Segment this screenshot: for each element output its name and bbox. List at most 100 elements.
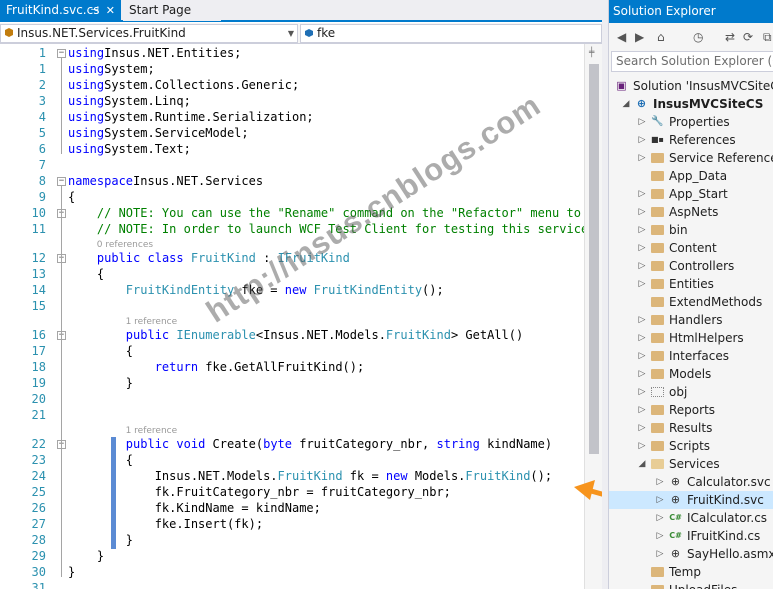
- expand-arrow-icon[interactable]: ▷: [637, 257, 647, 275]
- tree-item[interactable]: ▷ Reports: [609, 401, 773, 419]
- line-number: 16: [31, 328, 46, 342]
- tree-item[interactable]: ▷ Content: [609, 239, 773, 257]
- code-line[interactable]: return fke.GetAllFruitKind();: [68, 360, 365, 374]
- tree-item[interactable]: ◢ ⊕ InsusMVCSiteCS: [609, 95, 773, 113]
- code-line[interactable]: fk.KindName = kindName;: [68, 501, 321, 515]
- codelens-references[interactable]: 0 references: [97, 240, 153, 250]
- code-line[interactable]: usingSystem;: [68, 62, 155, 76]
- tree-item[interactable]: ▷ C# IFruitKind.cs: [609, 527, 773, 545]
- expand-arrow-icon[interactable]: ▷: [655, 491, 665, 509]
- back-icon[interactable]: ◀: [617, 29, 626, 46]
- tree-item[interactable]: ▷ Service References: [609, 149, 773, 167]
- tree-item[interactable]: ◢ Services: [609, 455, 773, 473]
- code-line[interactable]: usingSystem.Collections.Generic;: [68, 78, 299, 92]
- code-line[interactable]: usingSystem.Text;: [68, 142, 191, 156]
- tab-start-page[interactable]: Start Page: [123, 0, 221, 21]
- code-line[interactable]: }: [68, 549, 104, 563]
- tree-item[interactable]: ▷ Controllers: [609, 257, 773, 275]
- code-line[interactable]: }: [68, 533, 133, 547]
- collapse-arrow-icon[interactable]: ◢: [621, 95, 631, 113]
- tree-item[interactable]: ▷ ⊕ Calculator.svc: [609, 473, 773, 491]
- tree-item[interactable]: ▷ C# ICalculator.cs: [609, 509, 773, 527]
- outline-collapse-toggle[interactable]: −: [57, 177, 66, 186]
- tree-item[interactable]: ▷ Results: [609, 419, 773, 437]
- code-line[interactable]: {: [68, 267, 104, 281]
- code-line[interactable]: usingInsus.NET.Entities;: [68, 46, 241, 60]
- expand-arrow-icon[interactable]: ▷: [637, 419, 647, 437]
- tree-item[interactable]: ▷ Handlers: [609, 311, 773, 329]
- code-line[interactable]: usingSystem.Runtime.Serialization;: [68, 110, 314, 124]
- tree-item[interactable]: ▷ AspNets: [609, 203, 773, 221]
- expand-arrow-icon[interactable]: ▷: [655, 545, 665, 563]
- tree-item[interactable]: ▷ ⊕ SayHello.asmx: [609, 545, 773, 563]
- expand-arrow-icon[interactable]: ▷: [637, 239, 647, 257]
- tree-item[interactable]: ▷ App_Start: [609, 185, 773, 203]
- expand-arrow-icon[interactable]: ▷: [655, 473, 665, 491]
- code-line[interactable]: }: [68, 565, 75, 579]
- codelens-references[interactable]: 1 reference: [126, 317, 178, 327]
- expand-arrow-icon[interactable]: ▷: [637, 113, 647, 131]
- type-dropdown[interactable]: Insus.NET.Services.FruitKind ▼: [0, 24, 298, 43]
- expand-arrow-icon[interactable]: ▷: [637, 383, 647, 401]
- collapse-arrow-icon[interactable]: ◢: [637, 455, 647, 473]
- tree-item[interactable]: ▷ Entities: [609, 275, 773, 293]
- outline-collapse-toggle[interactable]: −: [57, 49, 66, 58]
- code-line[interactable]: public IEnumerable<Insus.NET.Models.Frui…: [68, 328, 523, 342]
- tree-item[interactable]: ▣ Solution 'InsusMVCSiteCS' (1 project): [609, 77, 773, 95]
- solution-explorer-title[interactable]: Solution Explorer: [609, 0, 773, 23]
- code-editor[interactable]: FruitKind.svc.cs ⊣ ✕ Start Page Insus.NE…: [0, 0, 602, 589]
- tree-item[interactable]: ▷ Models: [609, 365, 773, 383]
- expand-arrow-icon[interactable]: ▷: [637, 329, 647, 347]
- expand-arrow-icon[interactable]: ▷: [637, 203, 647, 221]
- expand-arrow-icon[interactable]: ▷: [637, 401, 647, 419]
- code-line[interactable]: }: [68, 376, 133, 390]
- tree-item[interactable]: Temp: [609, 563, 773, 581]
- search-input[interactable]: Search Solution Explorer (Ctrl+;): [611, 51, 773, 72]
- code-line[interactable]: public void Create(byte fruitCategory_nb…: [68, 437, 552, 451]
- tree-item[interactable]: ▷ HtmlHelpers: [609, 329, 773, 347]
- expand-arrow-icon[interactable]: ▷: [637, 437, 647, 455]
- code-line[interactable]: fke.Insert(fk);: [68, 517, 263, 531]
- member-dropdown[interactable]: fke: [300, 24, 602, 43]
- expand-arrow-icon[interactable]: ▷: [637, 185, 647, 203]
- code-line[interactable]: namespaceInsus.NET.Services: [68, 174, 263, 188]
- forward-icon[interactable]: ▶: [635, 29, 644, 46]
- pin-icon[interactable]: ⊣: [90, 0, 99, 21]
- split-icon[interactable]: ╪: [589, 48, 594, 58]
- tree-item[interactable]: ▷ obj: [609, 383, 773, 401]
- collapse-all-icon[interactable]: ⧉: [763, 29, 772, 46]
- tree-item[interactable]: ▷ Scripts: [609, 437, 773, 455]
- code-line[interactable]: {: [68, 190, 75, 204]
- expand-arrow-icon[interactable]: ▷: [637, 131, 647, 149]
- expand-arrow-icon[interactable]: ▷: [637, 365, 647, 383]
- expand-arrow-icon[interactable]: ▷: [655, 509, 665, 527]
- tab-fruitkind-svc-cs[interactable]: FruitKind.svc.cs ⊣ ✕: [0, 0, 121, 21]
- sync-icon[interactable]: ⇄: [725, 29, 735, 46]
- expand-arrow-icon[interactable]: ▷: [637, 275, 647, 293]
- code-line[interactable]: Insus.NET.Models.FruitKind fk = new Mode…: [68, 469, 552, 483]
- code-line[interactable]: {: [68, 453, 133, 467]
- code-line[interactable]: usingSystem.Linq;: [68, 94, 191, 108]
- tree-item[interactable]: ▷ Interfaces: [609, 347, 773, 365]
- home-icon[interactable]: ⌂: [657, 29, 665, 46]
- expand-arrow-icon[interactable]: ▷: [637, 149, 647, 167]
- refresh-icon[interactable]: ⟳: [743, 29, 753, 46]
- code-line[interactable]: usingSystem.ServiceModel;: [68, 126, 249, 140]
- expand-arrow-icon[interactable]: ▷: [637, 221, 647, 239]
- tree-item[interactable]: ▷ ■▪ References: [609, 131, 773, 149]
- tree-item[interactable]: ExtendMethods: [609, 293, 773, 311]
- expand-arrow-icon[interactable]: ▷: [637, 347, 647, 365]
- expand-arrow-icon[interactable]: ▷: [655, 527, 665, 545]
- close-icon[interactable]: ✕: [106, 0, 115, 21]
- scrollbar-thumb[interactable]: [589, 64, 599, 454]
- expand-arrow-icon[interactable]: ▷: [637, 311, 647, 329]
- tree-item[interactable]: ▷ bin: [609, 221, 773, 239]
- tree-item[interactable]: ▷ ⊕ FruitKind.svc: [609, 491, 773, 509]
- codelens-references[interactable]: 1 reference: [126, 426, 178, 436]
- history-icon[interactable]: ◷: [693, 29, 703, 46]
- tree-item[interactable]: App_Data: [609, 167, 773, 185]
- code-line[interactable]: fk.FruitCategory_nbr = fruitCategory_nbr…: [68, 485, 451, 499]
- tree-item[interactable]: ▷ 🔧 Properties: [609, 113, 773, 131]
- tree-item[interactable]: UploadFiles: [609, 581, 773, 589]
- code-line[interactable]: {: [68, 344, 133, 358]
